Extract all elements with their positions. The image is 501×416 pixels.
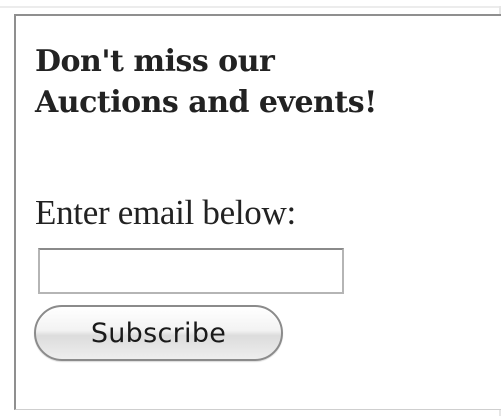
email-prompt-label: Enter email below: bbox=[35, 193, 296, 232]
signup-heading-line-1: Don't miss our bbox=[35, 44, 275, 79]
signup-heading-line-2: Auctions and events! bbox=[35, 85, 377, 120]
email-input[interactable] bbox=[38, 248, 344, 294]
signup-heading: Don't miss our Auctions and events! bbox=[35, 41, 377, 123]
outer-border-top bbox=[0, 6, 501, 8]
subscribe-button[interactable]: Subscribe bbox=[34, 305, 283, 361]
